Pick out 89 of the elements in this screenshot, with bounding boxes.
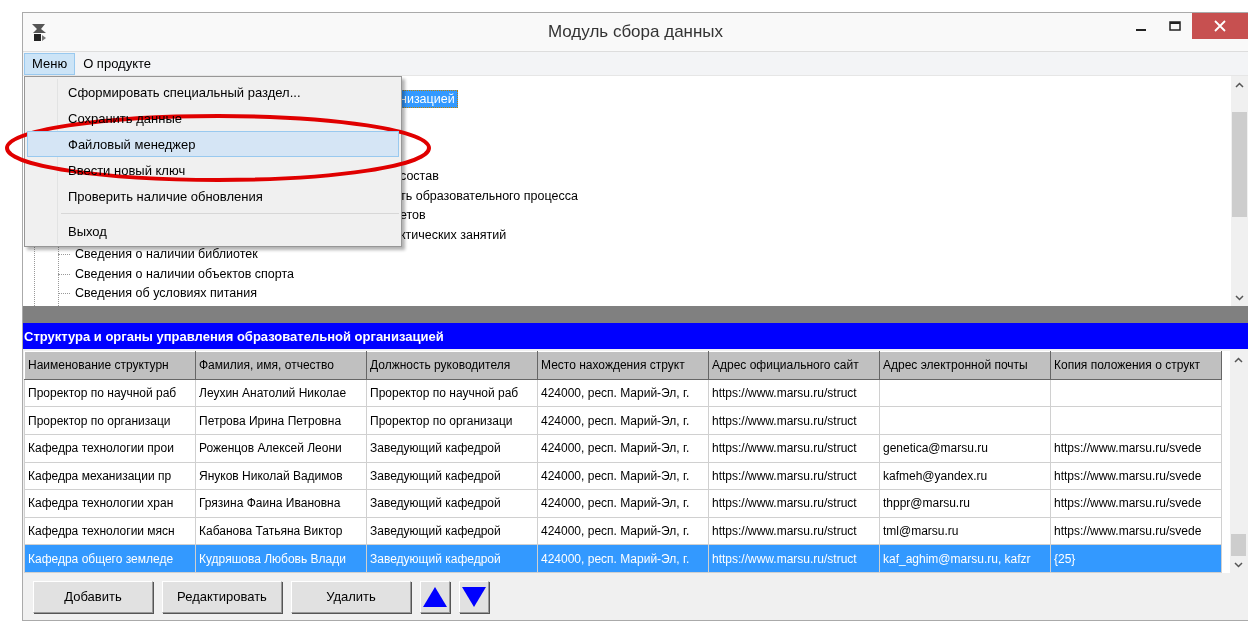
table-cell: genetica@marsu.ru [883,441,988,456]
scroll-thumb[interactable] [1232,112,1247,217]
chevron-down-icon [1235,294,1244,301]
table-cell: Кафедра общего земледе [28,551,174,566]
column-header[interactable]: Копия положения о структ [1050,351,1222,380]
table-cell: Проректор по организаци [370,413,513,428]
scroll-thumb[interactable] [1231,534,1246,556]
menu-item[interactable]: Файловый менеджер [27,131,399,157]
table-row[interactable]: Кафедра технологии прои Роженцов Алексей Леони Заведующий кафедрой 424000, респ. Марий-Эл, г. https://www.marsu.ru/struct genetica@marsu.ru https://www.marsu.ru/svede [24,434,1222,462]
move-up-button[interactable] [420,580,450,613]
table-cell: 424000, респ. Марий-Эл, г. [541,551,690,566]
menu-item[interactable]: Проверить наличие обновления [27,183,399,209]
table-cell: Заведующий кафедрой [370,496,501,511]
table-cell: Заведующий кафедрой [370,441,501,456]
close-button[interactable] [1192,13,1248,39]
table-row[interactable]: Проректор по организаци Петрова Ирина Петровна Проректор по организаци 424000, респ. Марий-Эл, г. https://www.marsu.ru/struct [24,406,1222,435]
column-header[interactable]: Наименование структурн [24,351,196,380]
column-header[interactable]: Фамилия, имя, отчество [195,351,367,380]
table-cell: https://www.marsu.ru/svede [1054,468,1202,483]
table-cell: kaf_aghim@marsu.ru, kafzr [883,551,1031,566]
table-cell: Кабанова Татьяна Виктор [199,524,343,539]
menu-bar-item[interactable]: Меню [24,52,76,75]
table-scrollbar[interactable] [1230,351,1247,573]
table-row[interactable]: Проректор по научной раб Леухин Анатолий Николае Проректор по научной раб 424000, респ. Марий-Эл, г. https://www.marsu.ru/struct [24,379,1222,407]
table-row[interactable]: Кафедра технологии мясн Кабанова Татьяна Виктор Заведующий кафедрой 424000, респ. Марий-Эл, г. https://www.marsu.ru/struct tml@marsu.ru https://www.marsu.ru/svede [24,517,1222,545]
table-cell: Заведующий кафедрой [370,468,501,483]
table-cell: tml@marsu.ru [883,524,959,539]
table-row[interactable]: Кафедра технологии хран Грязина Фаина Ивановна Заведующий кафедрой 424000, респ. Марий-Эл, г. https://www.marsu.ru/struct thppr@marsu.ru https://www.marsu.ru/svede [24,489,1222,518]
table-cell: 424000, респ. Марий-Эл, г. [541,441,690,456]
move-down-button[interactable] [459,580,489,613]
table-cell: Роженцов Алексей Леони [199,441,342,456]
table-cell: kafmeh@yandex.ru [883,468,988,483]
column-header[interactable]: Адрес официального сайт [708,351,880,380]
triangle-up-icon [422,585,448,608]
table-cell: Кафедра технологии хран [28,496,174,511]
table-cell: Кафедра механизации пр [28,468,172,483]
minimize-icon [1136,29,1146,31]
chevron-down-icon [1234,561,1243,568]
table-cell: thppr@marsu.ru [883,496,970,511]
table-cell: Грязина Фаина Ивановна [199,496,341,511]
tree-item[interactable]: Сведения о наличии объектов спорта [72,264,297,283]
menu-item[interactable]: Сформировать специальный раздел... [27,79,399,105]
table-row[interactable]: Кафедра механизации пр Януков Николай Вадимов Заведующий кафедрой 424000, респ. Марий-Эл, г. https://www.marsu.ru/struct kafmeh@yandex.ru https://www.marsu.ru/svede [24,462,1222,490]
table-cell: https://www.marsu.ru/struct [712,496,857,511]
app-icon [30,22,48,42]
table-cell: Заведующий кафедрой [370,551,501,566]
table-cell: https://www.marsu.ru/svede [1054,496,1202,511]
table-cell: https://www.marsu.ru/struct [712,413,857,428]
column-header[interactable]: Место нахождения структ [537,351,709,380]
table-cell: Петрова Ирина Петровна [199,413,342,428]
table-cell: {25} [1054,551,1076,566]
tree-item[interactable]: Сведения о наличии библиотек [72,245,261,264]
table-cell: 424000, респ. Марий-Эл, г. [541,468,690,483]
table-cell: Кафедра технологии прои [28,441,174,456]
table-cell: https://www.marsu.ru/svede [1054,441,1202,456]
tree-item[interactable]: Сведения об условиях питания [72,284,260,303]
table-cell: Кафедра технологии мясн [28,524,175,539]
table-cell: https://www.marsu.ru/struct [712,468,857,483]
table-cell: Кудряшова Любовь Влади [199,551,346,566]
column-header[interactable]: Должность руководителя [366,351,538,380]
table-cell: Проректор по научной раб [28,385,177,400]
chevron-up-icon [1234,356,1243,363]
triangle-down-icon [461,585,487,608]
table-cell: Проректор по научной раб [370,385,519,400]
close-icon [1214,20,1226,32]
table-cell: Леухин Анатолий Николае [199,385,347,400]
section-title: Структура и органы управления образовательной организацией [23,323,1248,349]
table-cell: Януков Николай Вадимов [199,468,343,483]
action-button[interactable]: Удалить [291,580,411,613]
maximize-icon [1169,21,1181,31]
action-button[interactable]: Добавить [33,580,153,613]
table-cell: https://www.marsu.ru/struct [712,385,857,400]
menu-bar-item[interactable]: О продукте [75,52,160,75]
table-cell: 424000, респ. Марий-Эл, г. [541,524,690,539]
table-cell: 424000, респ. Марий-Эл, г. [541,413,690,428]
menu-item[interactable]: Выход [27,218,399,244]
tree-scrollbar[interactable] [1231,76,1248,306]
table-cell: 424000, респ. Марий-Эл, г. [541,385,690,400]
table-cell: https://www.marsu.ru/struct [712,524,857,539]
window-title: Модуль сбора данных [547,22,724,41]
table-cell: 424000, респ. Марий-Эл, г. [541,496,690,511]
action-button[interactable]: Редактировать [162,580,282,613]
chevron-up-icon [1235,81,1244,88]
table-cell: Заведующий кафедрой [370,524,501,539]
table-cell: Проректор по организаци [28,413,171,428]
table-cell: https://www.marsu.ru/svede [1054,524,1202,539]
table-cell: https://www.marsu.ru/struct [712,551,857,566]
table-cell: https://www.marsu.ru/struct [712,441,857,456]
column-header[interactable]: Адрес электронной почты [879,351,1051,380]
